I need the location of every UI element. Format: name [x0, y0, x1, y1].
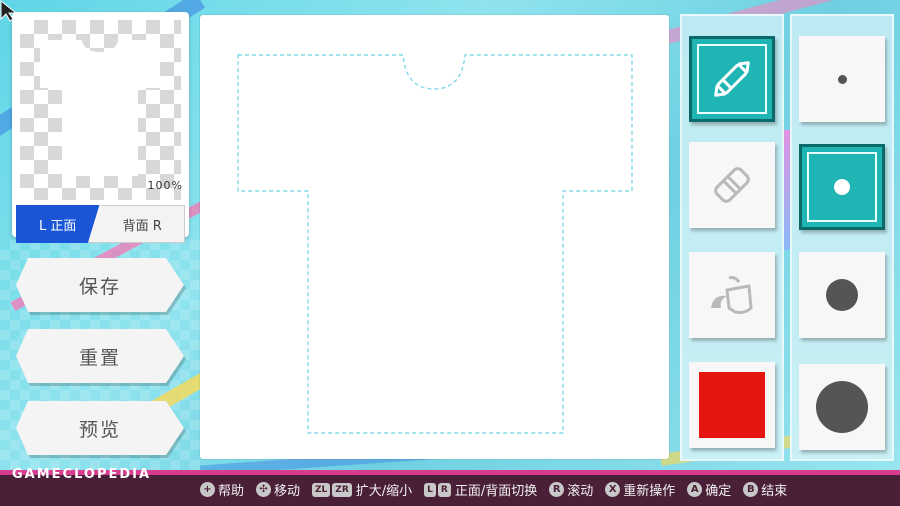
tab-back[interactable]: 背面 R	[87, 205, 185, 243]
zl-button-icon: ZL	[312, 482, 331, 497]
pen-tool[interactable]	[689, 36, 775, 122]
brush-size-tiny[interactable]	[799, 36, 885, 122]
tool-palette	[680, 14, 784, 461]
dot-large-icon	[816, 381, 868, 433]
preview-shirt-shape	[40, 40, 160, 176]
l-button-icon: L	[424, 482, 436, 497]
dpad-icon: ✣	[256, 482, 272, 497]
reset-button[interactable]: 重置	[16, 329, 184, 383]
eraser-tool[interactable]	[689, 142, 775, 228]
b-button-icon: B	[743, 482, 759, 497]
shirt-preview-panel: 100% L 正面 背面 R	[12, 12, 189, 243]
r-stick-icon: R	[549, 482, 565, 497]
hint-scroll: R 滚动	[549, 480, 593, 499]
dot-medium-icon	[826, 279, 858, 311]
r-button-icon: R	[437, 482, 451, 497]
fill-tool[interactable]	[689, 252, 775, 338]
hint-switch-side: L R 正面/背面切换	[424, 480, 537, 499]
dot-small-icon	[834, 179, 850, 195]
hint-confirm: A 确定	[687, 480, 731, 499]
brush-size-small[interactable]	[799, 144, 885, 230]
shirt-preview-image	[20, 20, 181, 200]
control-hints: + 帮助 ✣ 移动 ZL ZR 扩大/缩小 L R 正面/背面切换 R 滚动 X…	[200, 480, 787, 499]
color-swatch-button[interactable]	[689, 362, 775, 448]
hint-move: ✣ 移动	[256, 480, 300, 499]
drawing-canvas[interactable]	[200, 15, 669, 459]
zoom-level: 100%	[147, 179, 183, 192]
brush-size-medium[interactable]	[799, 252, 885, 338]
bucket-fill-icon	[711, 276, 753, 314]
hint-redo: X 重新操作	[605, 480, 675, 499]
save-button[interactable]: 保存	[16, 258, 184, 312]
hint-help: + 帮助	[200, 480, 244, 499]
hint-zoom: ZL ZR 扩大/缩小	[312, 480, 412, 499]
brush-size-large[interactable]	[799, 364, 885, 450]
x-button-icon: X	[605, 482, 621, 497]
cursor-arrow-icon	[0, 0, 18, 22]
a-button-icon: A	[687, 482, 703, 497]
preview-button[interactable]: 预览	[16, 401, 184, 455]
brush-size-palette	[790, 14, 894, 461]
side-tabs: L 正面 背面 R	[16, 205, 185, 243]
plus-button-icon: +	[200, 482, 215, 497]
hint-end: B 结束	[743, 480, 787, 499]
shirt-stencil-outline	[237, 54, 633, 434]
eraser-icon	[714, 167, 750, 203]
current-color-swatch	[699, 372, 765, 438]
dot-tiny-icon	[837, 74, 847, 84]
zr-button-icon: ZR	[332, 482, 352, 497]
brand-watermark: GAMECLOPEDIA	[12, 467, 152, 482]
tab-front[interactable]: L 正面	[16, 205, 100, 243]
